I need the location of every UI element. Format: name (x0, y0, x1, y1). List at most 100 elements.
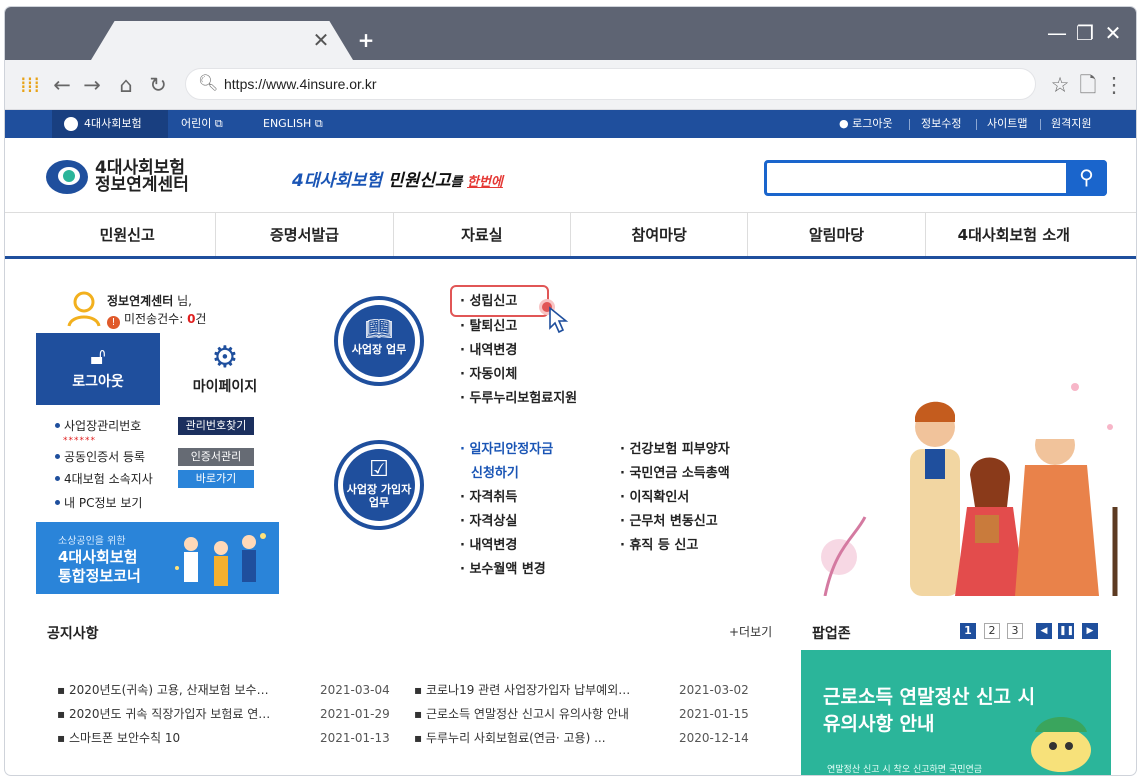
subscriber-circle[interactable]: ☑ 사업장 가입자 업무 (334, 440, 424, 530)
unsent-count: ! 미전송건수: 0건 (107, 310, 206, 329)
tab-close-icon[interactable]: ✕ (310, 29, 332, 51)
nav-certificates[interactable]: 증명서발급 (216, 213, 394, 256)
popup-page-2[interactable]: 2 (984, 623, 1000, 639)
popup-zone-title: 팝업존 (812, 626, 851, 642)
notice-item[interactable]: ▪ 코로나19 관련 사업장가입자 납부예외… (414, 681, 646, 699)
workers-illustration (821, 383, 1118, 596)
business-circle[interactable]: 📖︎ 사업장 업무 (334, 296, 424, 386)
site-search-button[interactable]: ⚲ (1066, 160, 1107, 196)
main-nav: 민원신고 증명서발급 자료실 참여마당 알림마당 4대사회보험 소개 (5, 212, 1136, 259)
menu-withdraw-report[interactable]: 탈퇴신고 (460, 318, 517, 336)
small-business-banner[interactable]: 소상공인을 위한 4대사회보험 통합정보코너 (36, 522, 279, 594)
menu-job-stability-fund[interactable]: 일자리안정자금 (460, 441, 553, 459)
menu-subscriber-change[interactable]: 내역변경 (460, 537, 517, 555)
minimize-icon[interactable]: — (1045, 21, 1069, 45)
logout-button[interactable]: 🔓︎ 로그아웃 (36, 333, 160, 405)
search-icon: 🔍︎ (198, 73, 219, 92)
menu-acquire-qualification[interactable]: 자격취득 (460, 489, 517, 507)
home-icon[interactable]: ⌂ (113, 72, 139, 98)
nav-notices[interactable]: 알림마당 (748, 213, 926, 256)
slogan: 4대사회보험 민원신고를 한번에 (292, 171, 503, 191)
notice-item[interactable]: ▪ 2020년도(귀속) 고용, 산재보험 보수… (57, 681, 283, 699)
biz-number-masked: ****** (63, 436, 96, 446)
notice-item[interactable]: ▪ 근로소득 연말정산 신고시 유의사항 안내 (414, 705, 646, 723)
nav-about[interactable]: 4대사회보험 소개 (926, 213, 1102, 256)
site-logo-text[interactable]: 4대사회보험 정보연계센터 (95, 160, 189, 194)
reload-icon[interactable]: ↻ (145, 72, 171, 98)
browser-window: ✕ + — ❐ ✕ ⁞⁞⁞ ← → ⌂ ↻ 🔍︎ https://www.4in… (5, 7, 1136, 775)
menu-change-details[interactable]: 내역변경 (460, 342, 517, 360)
menu-durunuri-support[interactable]: 두루누리보험료지원 (460, 390, 577, 408)
nav-resources[interactable]: 자료실 (394, 213, 571, 256)
quick-cert-register[interactable]: 공동인증서 등록 (55, 448, 145, 466)
new-tab-icon[interactable]: + (355, 29, 377, 51)
menu-lose-qualification[interactable]: 자격상실 (460, 513, 517, 531)
popup-pause-icon[interactable]: ❚❚ (1058, 623, 1074, 639)
lock-icon: 🔓︎ (90, 342, 106, 370)
util-edit-info[interactable]: 정보수정 (921, 110, 961, 138)
menu-workplace-change[interactable]: 근무처 변동신고 (620, 513, 717, 531)
site-logo-icon[interactable] (45, 158, 89, 196)
address-bar: ⁞⁞⁞ ← → ⌂ ↻ 🔍︎ https://www.4insure.or.kr… (5, 60, 1136, 110)
cert-manage-button[interactable]: 인증서관리 (178, 448, 254, 466)
close-window-icon[interactable]: ✕ (1101, 21, 1125, 45)
notice-date: 2021-01-15 (679, 707, 749, 721)
quick-biz-number: 사업장관리번호 (55, 417, 141, 435)
back-icon[interactable]: ← (49, 72, 75, 98)
warning-icon: ! (107, 316, 120, 329)
people-illustration (175, 533, 266, 586)
divider (1040, 119, 1041, 130)
notice-date: 2021-03-02 (679, 683, 749, 697)
site-header: 4대사회보험 정보연계센터 4대사회보험 민원신고를 한번에 ⚲ (5, 138, 1136, 212)
nav-participation[interactable]: 참여마당 (571, 213, 749, 256)
mypage-button[interactable]: ⚙ 마이페이지 (173, 340, 277, 402)
quick-branch[interactable]: 4대보험 소속지사 (55, 470, 153, 488)
site-search-input[interactable]: ⚲ (764, 160, 1107, 196)
popup-page-1[interactable]: 1 (960, 623, 976, 639)
apps-grid-icon[interactable]: ⁞⁞⁞ (17, 72, 43, 98)
util-remote-support[interactable]: 원격지원 (1051, 110, 1091, 138)
quick-pc-info[interactable]: 내 PC정보 보기 (55, 494, 142, 512)
popup-prev-icon[interactable]: ◀ (1036, 623, 1052, 639)
util-link-kids[interactable]: 어린이 ⧉ (181, 110, 223, 138)
menu-auto-transfer[interactable]: 자동이체 (460, 366, 517, 384)
user-avatar-icon (67, 291, 101, 327)
url-input[interactable]: 🔍︎ https://www.4insure.or.kr (185, 68, 1036, 100)
notice-item[interactable]: ▪ 2020년도 귀속 직장가입자 보험료 연… (57, 705, 283, 723)
popup-page-3[interactable]: 3 (1007, 623, 1023, 639)
notice-item[interactable]: ▪ 두루누리 사회보험료(연금· 고용) ... (414, 729, 646, 747)
find-number-button[interactable]: 관리번호찾기 (178, 417, 254, 435)
menu-salary-change[interactable]: 보수월액 변경 (460, 561, 545, 579)
popup-next-icon[interactable]: ▶ (1082, 623, 1098, 639)
more-menu-icon[interactable]: ⋮ (1101, 72, 1127, 98)
menu-job-stability-apply[interactable]: 신청하기 (471, 465, 519, 483)
mouse-cursor-icon (549, 306, 569, 334)
notice-item[interactable]: ▪ 스마트폰 보안수칙 10 (57, 729, 283, 747)
menu-establish-report[interactable]: 성립신고 (460, 293, 517, 311)
notice-date: 2021-03-04 (320, 683, 390, 697)
util-logout[interactable]: ● 로그아웃 (839, 110, 893, 138)
menu-separation-cert[interactable]: 이직확인서 (620, 489, 689, 507)
menu-pension-income[interactable]: 국민연금 소득총액 (620, 465, 729, 483)
forward-icon[interactable]: → (79, 72, 105, 98)
nav-civil-report[interactable]: 민원신고 (39, 213, 217, 256)
page-icon[interactable]: 🗋︎ (1075, 72, 1101, 98)
site-content: 4대사회보험 어린이 ⧉ ENGLISH ⧉ ● 로그아웃 정보수정 사이트맵 … (5, 110, 1136, 775)
tab-bar: ✕ + — ❐ ✕ (5, 7, 1136, 60)
bookmark-star-icon[interactable]: ☆ (1047, 72, 1073, 98)
notice-date: 2020-12-14 (679, 731, 749, 745)
util-link-english[interactable]: ENGLISH ⧉ (263, 110, 323, 138)
menu-health-dependent[interactable]: 건강보험 피부양자 (620, 441, 729, 459)
notice-more-link[interactable]: +더보기 (729, 623, 772, 640)
utility-bar: 4대사회보험 어린이 ⧉ ENGLISH ⧉ ● 로그아웃 정보수정 사이트맵 … (5, 110, 1136, 138)
util-home-tab[interactable]: 4대사회보험 (52, 110, 168, 138)
logo-icon (64, 117, 78, 131)
divider (909, 119, 910, 130)
menu-leave-report[interactable]: 휴직 등 신고 (620, 537, 698, 555)
checkbox-icon: ☑ (369, 457, 389, 482)
util-sitemap[interactable]: 사이트맵 (987, 110, 1027, 138)
shortcut-button[interactable]: 바로가기 (178, 470, 254, 488)
restore-icon[interactable]: ❐ (1073, 21, 1097, 45)
url-text: https://www.4insure.or.kr (224, 76, 377, 92)
popup-banner[interactable]: 근로소득 연말정산 신고 시 유의사항 안내 연말정산 신고 시 착오 신고하면 … (801, 650, 1111, 775)
